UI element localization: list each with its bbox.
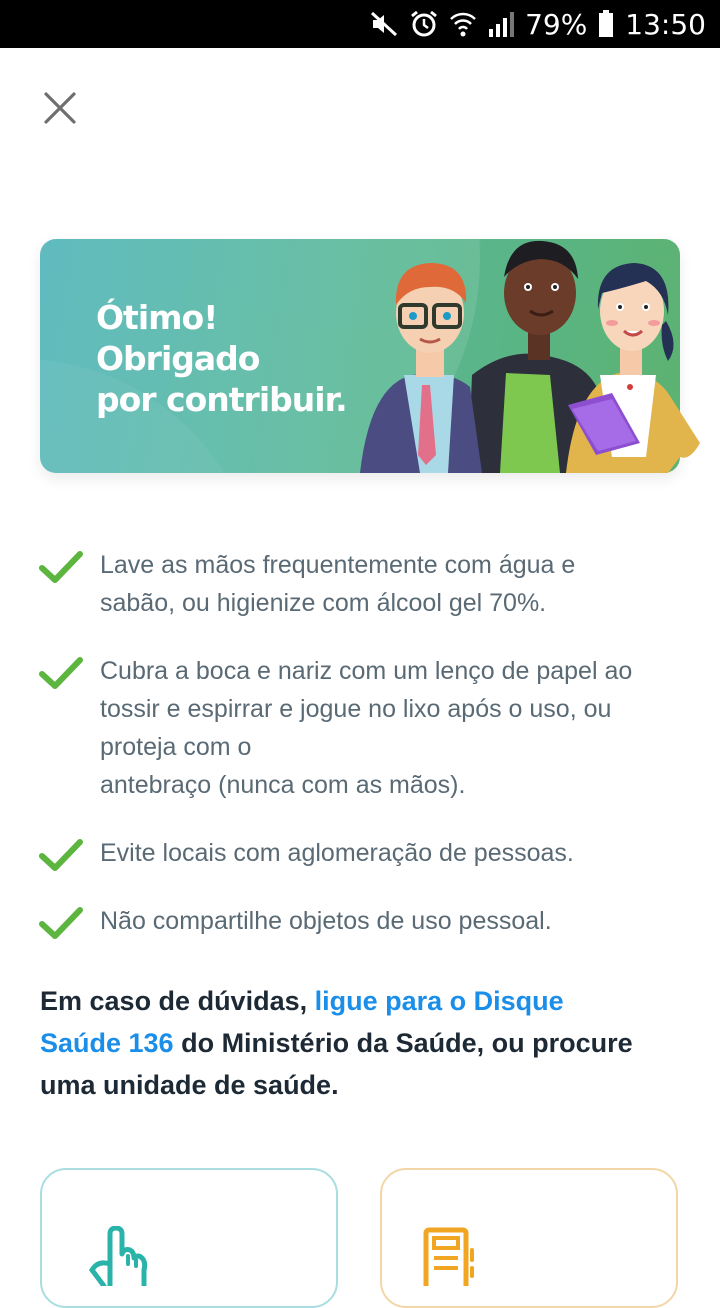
alarm-icon <box>409 9 439 39</box>
banner-line-3: por contribuir. <box>96 380 348 419</box>
disque-saude-link[interactable]: ligue para o Disque <box>315 986 564 1016</box>
tip-text-line: antebraço (nunca com as mãos). <box>100 771 466 799</box>
wifi-icon <box>449 9 477 39</box>
disque-saude-link-cont[interactable]: Saúde 136 <box>40 1028 174 1058</box>
tip-item-cover-mouth: Cubra a boca e nariz com um lenço de pap… <box>38 652 632 804</box>
mute-icon <box>369 9 399 39</box>
check-icon <box>39 657 83 689</box>
battery-icon <box>597 9 615 39</box>
banner-line-2: Obrigado <box>96 339 260 378</box>
banner-line-1: Ótimo! <box>96 298 218 337</box>
tip-item-wash-hands: Lave as mãos frequentemente com água e s… <box>38 546 575 622</box>
person-right <box>566 263 700 473</box>
tip-text-line: Lave as mãos frequentemente com água e <box>100 551 576 579</box>
battery-percent: 79% <box>525 7 588 41</box>
signal-icon <box>487 9 515 39</box>
tip-text-line: Não compartilhe objetos de uso pessoal. <box>100 907 552 935</box>
check-icon <box>39 551 83 583</box>
help-message: Em caso de dúvidas, ligue para o Disque … <box>40 980 690 1106</box>
tip-text-line: Cubra a boca e nariz com um lenço de pap… <box>100 657 633 685</box>
close-button[interactable] <box>38 86 82 130</box>
action-card-symptoms[interactable] <box>40 1168 338 1308</box>
help-prefix: Em caso de dúvidas, <box>40 986 315 1016</box>
person-left <box>360 263 482 473</box>
tip-item-avoid-crowds: Evite locais com aglomeração de pessoas. <box>38 834 574 872</box>
clock: 13:50 <box>625 7 706 41</box>
close-icon <box>44 92 76 124</box>
document-icon <box>423 1227 474 1286</box>
banner-message: Ótimo! Obrigado por contribuir. <box>96 297 348 420</box>
check-icon <box>39 907 83 939</box>
tip-text-line: proteja com o <box>100 733 252 761</box>
people-illustration <box>360 240 700 473</box>
status-bar: 79% 13:50 <box>0 0 720 48</box>
action-card-document[interactable] <box>380 1168 678 1308</box>
help-suffix: do Ministério da Saúde, ou procure <box>173 1028 633 1058</box>
help-line-3: uma unidade de saúde. <box>40 1070 339 1100</box>
pointing-hand-icon <box>88 1226 148 1286</box>
tip-text-line: sabão, ou higienize com álcool gel 70%. <box>100 589 547 617</box>
thank-you-banner: Ótimo! Obrigado por contribuir. <box>40 239 700 473</box>
tip-text-line: tossir e espirrar e jogue no lixo após o… <box>100 695 612 723</box>
tip-text-line: Evite locais com aglomeração de pessoas. <box>100 839 574 867</box>
tip-item-no-sharing: Não compartilhe objetos de uso pessoal. <box>38 902 552 940</box>
check-icon <box>39 839 83 871</box>
